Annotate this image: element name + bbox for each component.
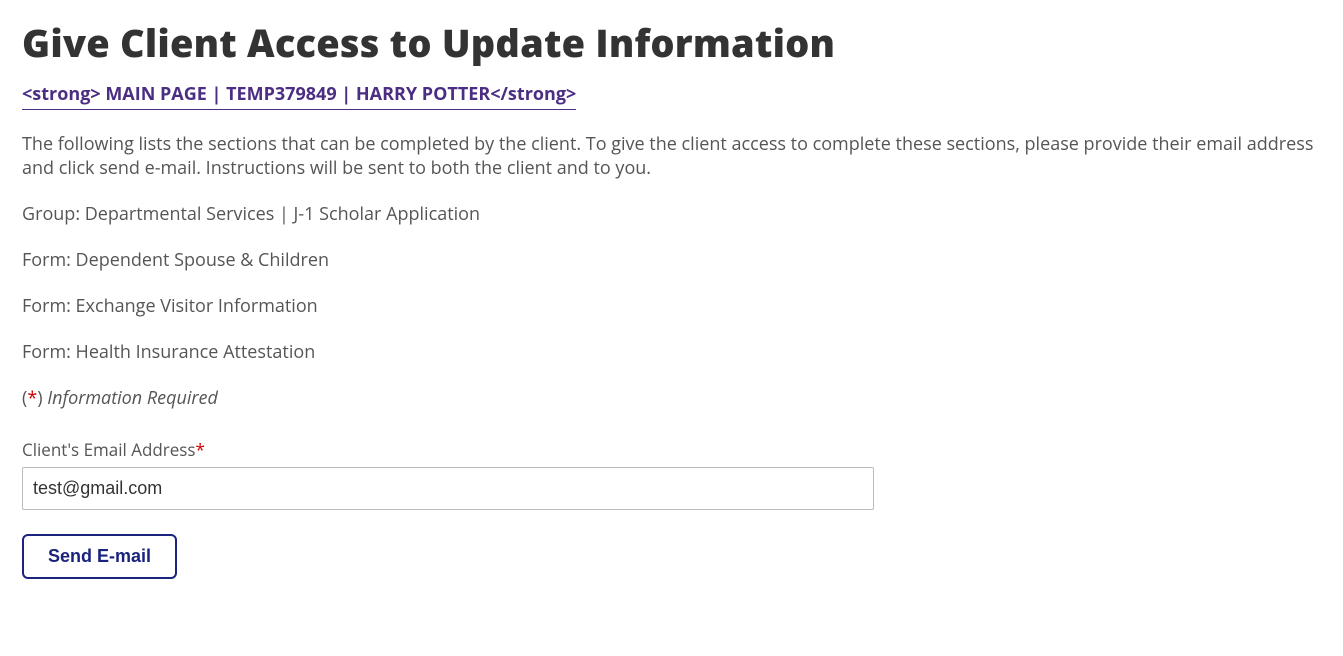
- client-email-input[interactable]: [22, 467, 874, 510]
- form-line: Form: Exchange Visitor Information: [22, 294, 1321, 318]
- breadcrumb[interactable]: <strong> MAIN PAGE | TEMP379849 | HARRY …: [22, 82, 576, 110]
- required-star-icon: *: [27, 386, 37, 410]
- required-text: Information Required: [43, 386, 218, 410]
- group-line: Group: Departmental Services | J-1 Schol…: [22, 202, 1321, 226]
- form-line: Form: Health Insurance Attestation: [22, 340, 1321, 364]
- email-label: Client's Email Address*: [22, 438, 1321, 461]
- form-line: Form: Dependent Spouse & Children: [22, 248, 1321, 272]
- required-note: (*) Information Required: [22, 386, 1321, 410]
- intro-paragraph: The following lists the sections that ca…: [22, 132, 1321, 181]
- email-label-text: Client's Email Address: [22, 438, 195, 461]
- required-star-icon: *: [195, 438, 204, 461]
- send-email-button[interactable]: Send E-mail: [22, 534, 177, 579]
- page-container: Give Client Access to Update Information…: [0, 0, 1343, 619]
- page-title: Give Client Access to Update Information: [22, 22, 1321, 66]
